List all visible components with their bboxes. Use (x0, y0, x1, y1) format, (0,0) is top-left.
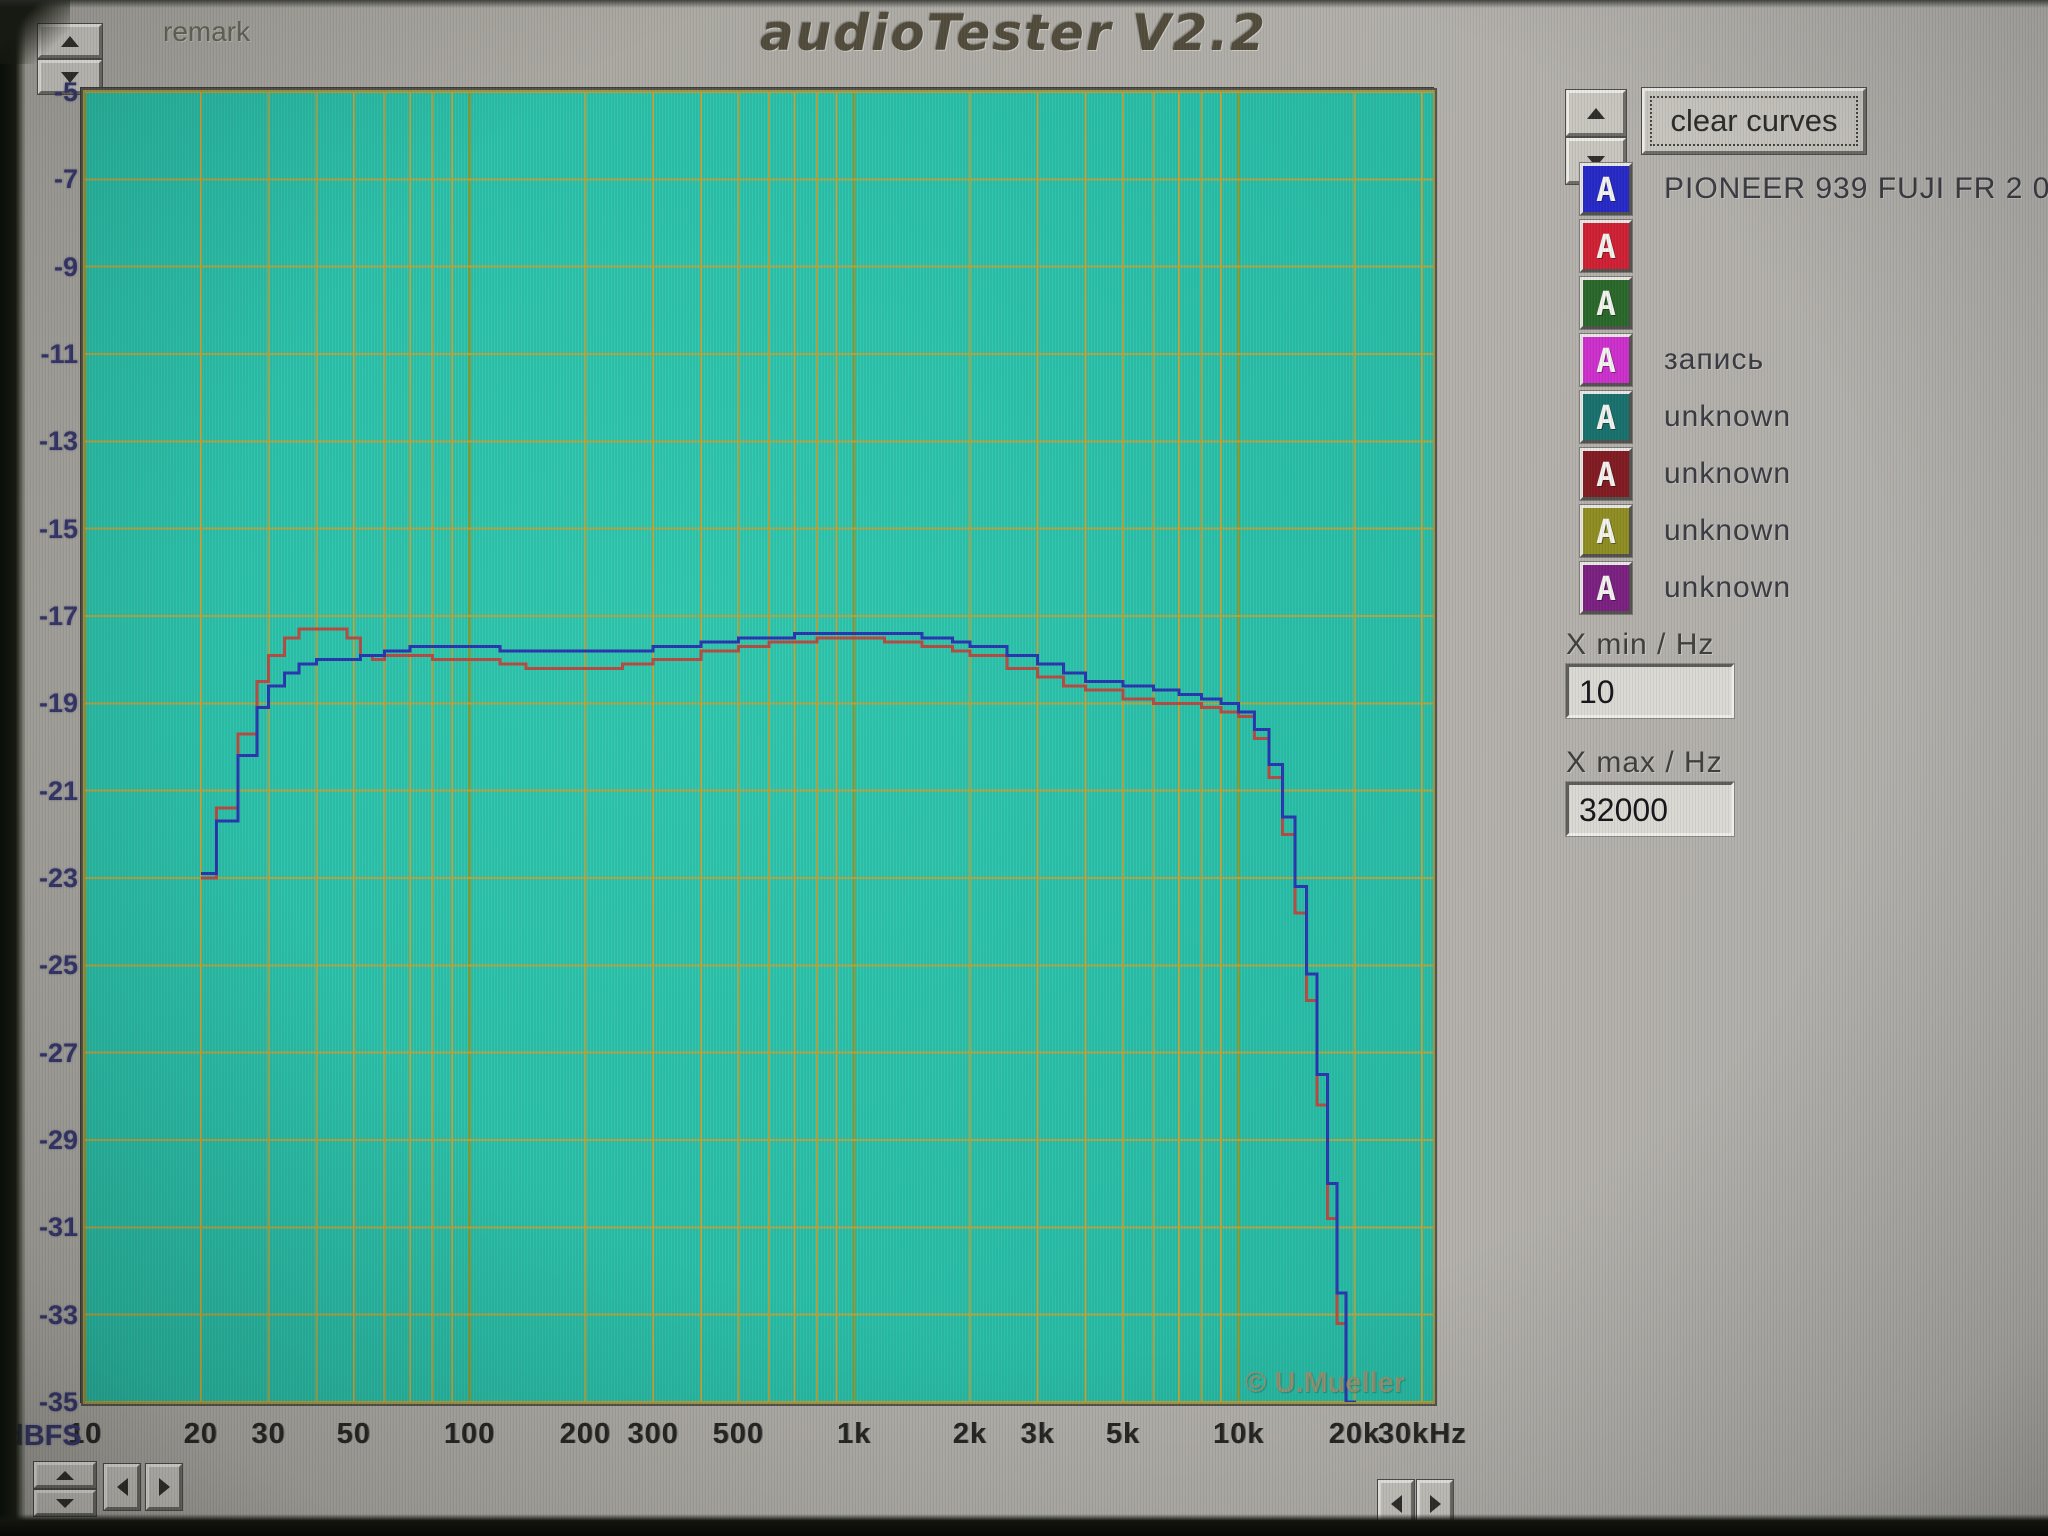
legend-entry-label: unknown (1664, 571, 1791, 605)
curve-letter-icon: A (1596, 344, 1616, 377)
x-tick-label: 30 (251, 1418, 285, 1451)
x-tick-label: 30kHz (1378, 1418, 1467, 1451)
remark-label: remark (163, 16, 250, 48)
curve-blue (201, 634, 1355, 1403)
legend-entry: Aunknown (1580, 447, 1791, 501)
curve-letter-icon: A (1596, 458, 1616, 491)
curve-letter-icon: A (1596, 572, 1616, 605)
legend-entry: Aзапись (1580, 333, 1764, 387)
left-arrow-icon (117, 1478, 128, 1496)
x-tick-label: 200 (560, 1418, 611, 1451)
x-tick-label: 10k (1213, 1418, 1264, 1451)
legend-entry: A (1580, 219, 1664, 273)
curve-letter-icon: A (1596, 515, 1616, 548)
legend-entry-label: unknown (1664, 457, 1791, 491)
legend-color-button[interactable]: A (1580, 505, 1632, 557)
x-tick-label: 1k (837, 1418, 871, 1451)
x-tick-label: 5k (1106, 1418, 1140, 1451)
x-tick-label: 3k (1021, 1418, 1055, 1451)
scroll-left-button[interactable] (104, 1464, 140, 1510)
clear-curves-button[interactable]: clear curves (1642, 88, 1866, 154)
legend-entry: Aunknown (1580, 504, 1791, 558)
x-min-input[interactable] (1566, 664, 1734, 718)
scale-spin-up-button[interactable] (34, 1462, 96, 1488)
legend-color-button[interactable]: A (1580, 448, 1632, 500)
clear-curves-label: clear curves (1670, 103, 1837, 139)
legend-color-button[interactable]: A (1580, 220, 1632, 272)
x-max-input[interactable] (1566, 782, 1734, 836)
legend-entry: Aunknown (1580, 561, 1791, 615)
legend-color-button[interactable]: A (1580, 334, 1632, 386)
x-min-label: X min / Hz (1566, 628, 1714, 662)
curve-red (201, 629, 1355, 1402)
plot-canvas: © U.Mueller (85, 92, 1433, 1402)
curve-letter-icon: A (1596, 173, 1616, 206)
x-max-label: X max / Hz (1566, 746, 1723, 780)
left-arrow-icon (1391, 1495, 1402, 1513)
x-tick-label: 100 (444, 1418, 495, 1451)
monitor-bezel-left (0, 0, 26, 1536)
copyright-watermark: © U.Mueller (1245, 1367, 1405, 1400)
x-tick-label: 20 (184, 1418, 218, 1451)
legend-entry-label: PIONEER 939 FUJI FR 2 0db (1664, 172, 2048, 206)
x-tick-label: 500 (713, 1418, 764, 1451)
x-tick-label: 50 (337, 1418, 371, 1451)
legend-color-button[interactable]: A (1580, 163, 1632, 215)
legend-entry-label: unknown (1664, 514, 1791, 548)
legend-color-button[interactable]: A (1580, 562, 1632, 614)
curve-letter-icon: A (1596, 401, 1616, 434)
up-arrow-icon (56, 1471, 74, 1480)
curve-letter-icon: A (1596, 287, 1616, 320)
monitor-bezel-bottom (0, 1514, 2048, 1536)
frequency-response-chart (85, 92, 1433, 1402)
x-tick-label: 2k (953, 1418, 987, 1451)
curve-letter-icon: A (1596, 230, 1616, 263)
legend-color-button[interactable]: A (1580, 277, 1632, 329)
scale-spin-down-button[interactable] (34, 1490, 96, 1516)
legend-entry-label: запись (1664, 343, 1764, 377)
legend-color-button[interactable]: A (1580, 391, 1632, 443)
page-title: audioTester V2.2 (760, 4, 1267, 62)
right-arrow-icon (1430, 1495, 1441, 1513)
legend-entry: A PIONEER 939 FUJI FR 2 0db (1580, 162, 2048, 216)
legend-entry-label: unknown (1664, 400, 1791, 434)
legend-entry: Aunknown (1580, 390, 1791, 444)
scroll-right-button[interactable] (146, 1464, 182, 1510)
x-tick-label: 300 (627, 1418, 678, 1451)
down-arrow-icon (56, 1499, 74, 1508)
app-window: remark audioTester V2.2 © U.Mueller -5-7… (0, 0, 2048, 1536)
x-tick-label: 20k (1329, 1418, 1380, 1451)
monitor-bezel-top (0, 0, 2048, 8)
legend-entry: A (1580, 276, 1664, 330)
up-arrow-icon (1587, 108, 1605, 119)
legend-spin-up-button[interactable] (1566, 90, 1626, 136)
right-arrow-icon (159, 1478, 170, 1496)
monitor-photo: remark audioTester V2.2 © U.Mueller -5-7… (0, 0, 2048, 1536)
